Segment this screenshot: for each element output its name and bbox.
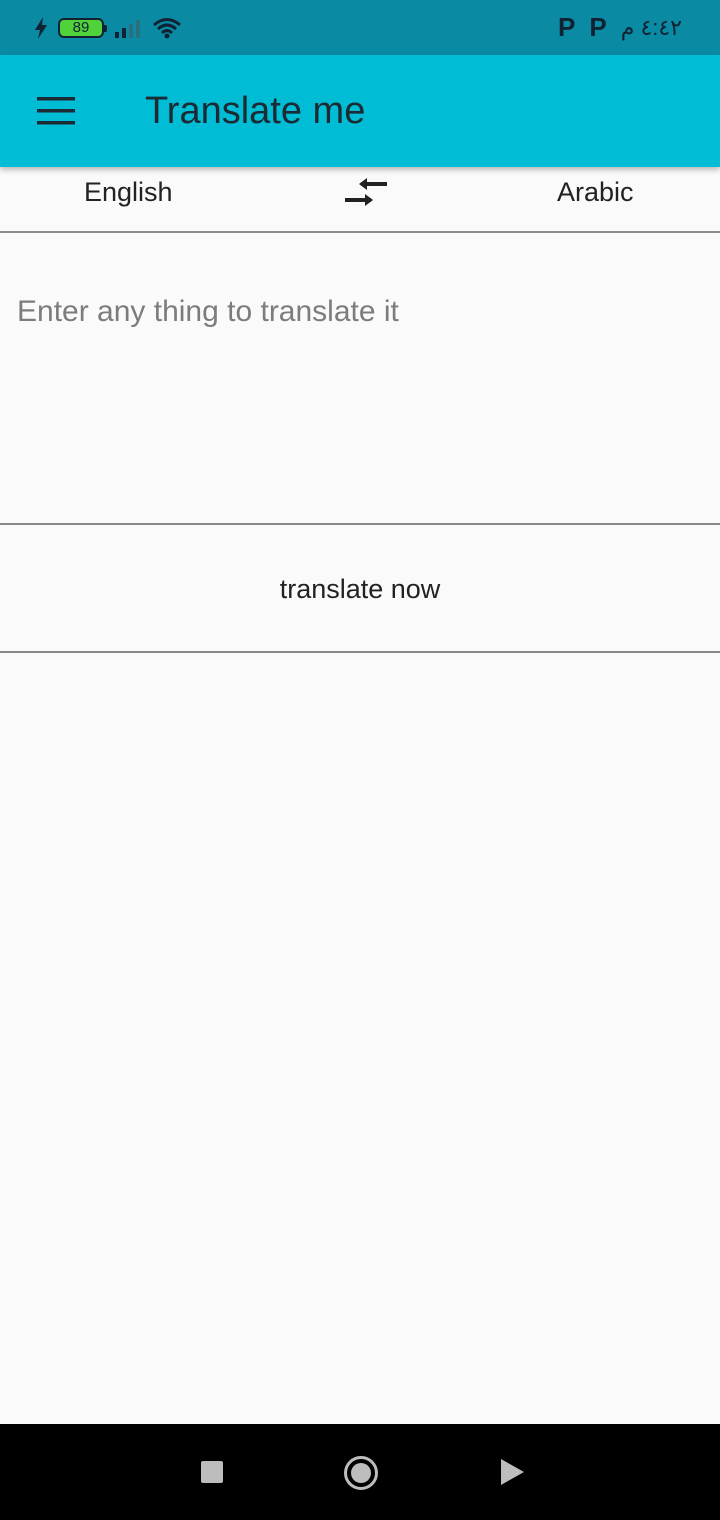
source-language-selector[interactable]: English	[84, 177, 173, 208]
status-bar: 89 P P ٤:٤٢ م	[0, 0, 720, 55]
hamburger-menu-icon	[37, 97, 75, 125]
home-icon[interactable]	[344, 1456, 378, 1490]
back-icon[interactable]	[501, 1459, 524, 1485]
translate-now-button[interactable]: translate now	[0, 527, 720, 653]
clock: ٤:٤٢ م	[620, 14, 682, 40]
wifi-icon	[153, 17, 181, 38]
system-nav-bar	[0, 1424, 720, 1520]
translate-text-input[interactable]	[0, 235, 720, 523]
status-right: P P ٤:٤٢ م	[558, 12, 682, 43]
swap-arrows-icon[interactable]	[343, 178, 389, 212]
charging-icon	[35, 16, 47, 39]
page-title: Translate me	[145, 89, 366, 132]
battery-level: 89	[72, 19, 90, 36]
app-bar: Translate me	[0, 55, 720, 167]
translation-input-area	[0, 235, 720, 525]
language-bar: English Arabic	[0, 167, 720, 233]
signal-icon	[115, 19, 140, 38]
status-left: 89	[34, 16, 182, 39]
target-language-selector[interactable]: Arabic	[557, 177, 634, 208]
translate-now-label: translate now	[279, 573, 441, 604]
menu-button[interactable]	[0, 55, 112, 167]
recent-apps-icon[interactable]	[201, 1461, 223, 1483]
notification-icon: P	[558, 12, 576, 42]
battery-icon: 89	[58, 17, 107, 38]
notification-icon: P	[589, 12, 607, 42]
